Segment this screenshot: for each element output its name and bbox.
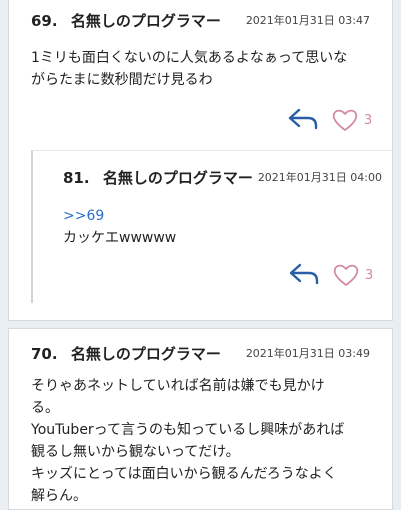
comment-header: 69. 名無しのプログラマー 2021年01月31日 03:47 bbox=[31, 10, 370, 32]
comment-text-line: 1ミリも面白くないのに人気あるよなぁって思いな bbox=[31, 50, 348, 66]
comment-69: 69. 名無しのプログラマー 2021年01月31日 03:47 1ミリも面白く… bbox=[8, 0, 393, 321]
comment-header: 81. 名無しのプログラマー 2021年01月31日 04:00 bbox=[63, 167, 382, 189]
heart-icon[interactable] bbox=[333, 263, 359, 287]
comment-header: 70. 名無しのプログラマー 2021年01月31日 03:49 bbox=[31, 343, 370, 365]
comment-number-name: 81. 名無しのプログラマー bbox=[63, 167, 253, 188]
comment-date: 2021年01月31日 04:00 bbox=[257, 171, 382, 184]
comment-text-line: そりゃあネットしていれば名前は嫌でも見かけ bbox=[31, 378, 325, 394]
comment-text-line: カッケエwwwww bbox=[63, 230, 177, 246]
heart-icon[interactable] bbox=[332, 108, 358, 132]
comment-number: 69. bbox=[31, 12, 58, 30]
like-count: 3 bbox=[364, 113, 373, 128]
comment-number: 81. bbox=[63, 169, 90, 187]
comment-body: そりゃあネットしていれば名前は嫌でも見かけ る。 YouTuberって言うのも知… bbox=[31, 375, 378, 507]
comment-text-line: 観るし無いから観ないってだけ。 bbox=[31, 444, 240, 460]
author-name: 名無しのプログラマー bbox=[70, 345, 221, 363]
author-name: 名無しのプログラマー bbox=[102, 169, 253, 187]
comment-number-name: 70. 名無しのプログラマー bbox=[31, 343, 221, 364]
like-count: 3 bbox=[365, 268, 374, 283]
reply-arrow-icon[interactable] bbox=[289, 263, 319, 285]
comment-date: 2021年01月31日 03:49 bbox=[245, 347, 370, 360]
comment-body: >>69 カッケエwwwww bbox=[63, 205, 378, 249]
comment-text-line: YouTuberって言うのも知っているし興味があれば bbox=[31, 422, 345, 438]
author-name: 名無しのプログラマー bbox=[70, 12, 221, 30]
comment-number: 70. bbox=[31, 345, 58, 363]
comment-text-line: キッズにとっては面白いから観るんだろうなよく bbox=[31, 466, 337, 482]
comment-text-line: 解らん。 bbox=[31, 488, 87, 504]
comment-date: 2021年01月31日 03:47 bbox=[245, 14, 370, 27]
reply-anchor-link[interactable]: >>69 bbox=[63, 205, 378, 227]
reply-comment-81: 81. 名無しのプログラマー 2021年01月31日 04:00 >>69 カッ… bbox=[31, 150, 392, 303]
comment-text-line: る。 bbox=[31, 400, 59, 416]
reply-arrow-icon[interactable] bbox=[288, 108, 318, 130]
comment-text-line: がらたまに数秒間だけ見るわ bbox=[31, 72, 213, 88]
comment-body: 1ミリも面白くないのに人気あるよなぁって思いな がらたまに数秒間だけ見るわ bbox=[31, 47, 378, 91]
comment-number-name: 69. 名無しのプログラマー bbox=[31, 10, 221, 31]
comment-70: 70. 名無しのプログラマー 2021年01月31日 03:49 そりゃあネット… bbox=[8, 328, 393, 510]
